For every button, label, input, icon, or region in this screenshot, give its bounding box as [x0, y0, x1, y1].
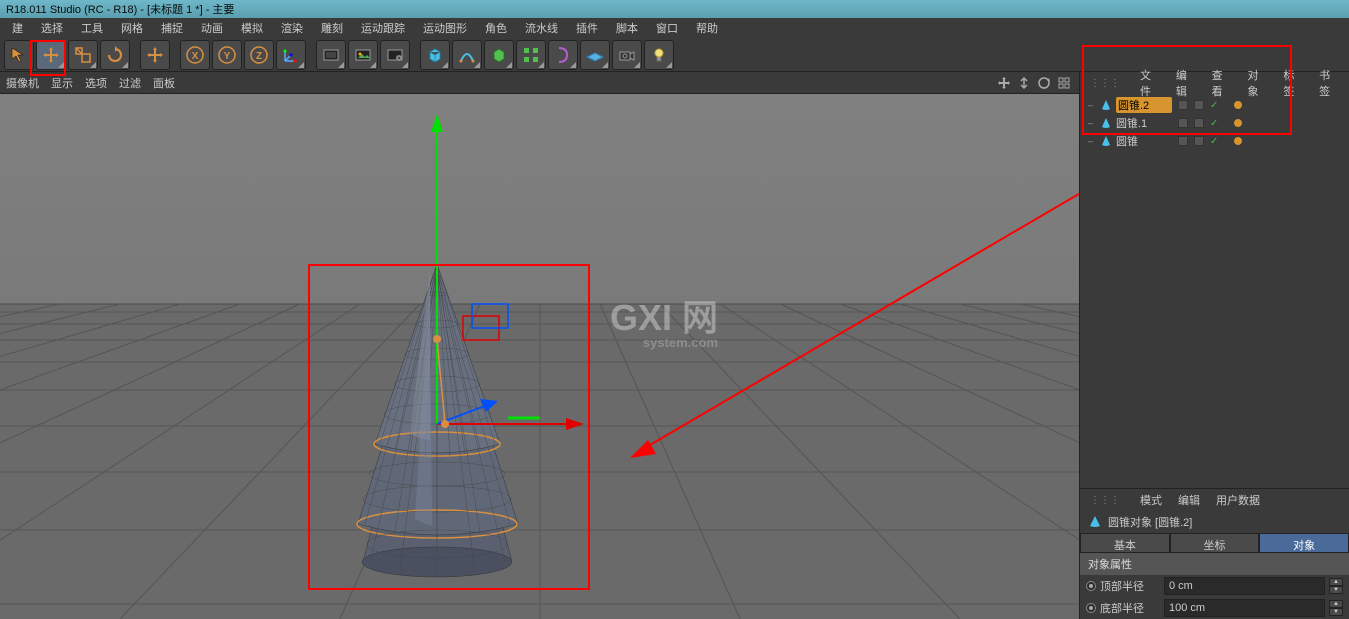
cone-icon: [1100, 135, 1112, 147]
attr-value-input[interactable]: 100 cm: [1164, 599, 1325, 617]
vp-nav-layout-icon[interactable]: [1055, 74, 1073, 92]
menu-item[interactable]: 网格: [113, 18, 151, 38]
menu-item[interactable]: 运动跟踪: [353, 18, 413, 38]
attr-tab[interactable]: 用户数据: [1210, 490, 1266, 510]
menu-item[interactable]: 窗口: [648, 18, 686, 38]
attribute-manager: ⋮⋮⋮ 模式 编辑 用户数据 圆锥对象 [圆锥.2] 基本 坐标 对象 对象属性…: [1080, 489, 1349, 619]
last-tool[interactable]: [140, 40, 170, 70]
menu-item[interactable]: 选择: [33, 18, 71, 38]
svg-text:X: X: [192, 51, 199, 62]
attr-section-header: 对象属性: [1080, 553, 1349, 575]
menu-item[interactable]: 模拟: [233, 18, 271, 38]
render-view[interactable]: [316, 40, 346, 70]
generator-array[interactable]: [516, 40, 546, 70]
menu-item[interactable]: 插件: [568, 18, 606, 38]
menu-item[interactable]: 建: [4, 18, 31, 38]
attr-label: 顶部半径: [1100, 578, 1160, 594]
menu-item[interactable]: 角色: [477, 18, 515, 38]
attr-row-top-radius: 顶部半径 0 cm ▲▼: [1080, 575, 1349, 597]
title-text: R18.011 Studio (RC - R18) - [未标题 1 *] - …: [6, 1, 234, 17]
spline-pen[interactable]: [452, 40, 482, 70]
vp-menu-item[interactable]: 显示: [51, 75, 73, 91]
menu-item[interactable]: 帮助: [688, 18, 726, 38]
coord-system[interactable]: [276, 40, 306, 70]
viewport-header: 摄像机 显示 选项 过滤 面板: [0, 72, 1079, 94]
render-picture-viewer[interactable]: [348, 40, 378, 70]
attr-label: 底部半径: [1100, 600, 1160, 616]
visibility-render[interactable]: [1194, 136, 1204, 146]
attr-subtab-basic[interactable]: 基本: [1080, 533, 1170, 553]
menu-item[interactable]: 雕刻: [313, 18, 351, 38]
svg-text:Z: Z: [256, 51, 262, 62]
annotation-box-move-tool: [30, 40, 66, 76]
menu-item[interactable]: 工具: [73, 18, 111, 38]
attr-row-bottom-radius: 底部半径 100 cm ▲▼: [1080, 597, 1349, 619]
attr-value-input[interactable]: 0 cm: [1164, 577, 1325, 595]
title-bar: R18.011 Studio (RC - R18) - [未标题 1 *] - …: [0, 0, 1349, 18]
menu-item[interactable]: 流水线: [517, 18, 566, 38]
object-name[interactable]: 圆锥: [1116, 133, 1172, 149]
y-axis-lock[interactable]: Y: [212, 40, 242, 70]
attr-anim-radio[interactable]: [1086, 603, 1096, 613]
svg-text:Y: Y: [224, 51, 231, 62]
environment-floor[interactable]: [580, 40, 610, 70]
attr-subtab-coord[interactable]: 坐标: [1170, 533, 1260, 553]
attr-object-title: 圆锥对象 [圆锥.2]: [1080, 511, 1349, 533]
annotation-box-viewport: [308, 264, 590, 590]
attr-spinner[interactable]: ▲▼: [1329, 578, 1343, 594]
vp-menu-item[interactable]: 摄像机: [6, 75, 39, 91]
main-menubar: 建 选择 工具 网格 捕捉 动画 模拟 渲染 雕刻 运动跟踪 运动图形 角色 流…: [0, 18, 1349, 38]
attr-tab[interactable]: 编辑: [1172, 490, 1206, 510]
vp-menu-item[interactable]: 过滤: [119, 75, 141, 91]
deformer-bend[interactable]: [548, 40, 578, 70]
rotate-tool[interactable]: [100, 40, 130, 70]
vp-nav-move-icon[interactable]: [995, 74, 1013, 92]
visibility-editor[interactable]: [1178, 136, 1188, 146]
menu-item[interactable]: 渲染: [273, 18, 311, 38]
vp-menu-item[interactable]: 选项: [85, 75, 107, 91]
x-axis-lock[interactable]: X: [180, 40, 210, 70]
vp-nav-rotate-icon[interactable]: [1035, 74, 1053, 92]
attr-subtab-object[interactable]: 对象: [1259, 533, 1349, 553]
attr-spinner[interactable]: ▲▼: [1329, 600, 1343, 616]
menu-item[interactable]: 捕捉: [153, 18, 191, 38]
vp-nav-zoom-icon[interactable]: [1015, 74, 1033, 92]
light-tool[interactable]: [644, 40, 674, 70]
annotation-box-obj-manager: [1082, 45, 1292, 135]
menu-item[interactable]: 动画: [193, 18, 231, 38]
panel-grip-icon[interactable]: ⋮⋮⋮: [1084, 493, 1126, 508]
watermark: GXI 网 system.com: [610, 289, 718, 350]
cone-icon: [1088, 515, 1102, 529]
vp-menu-item[interactable]: 面板: [153, 75, 175, 91]
menu-item[interactable]: 脚本: [608, 18, 646, 38]
expand-icon[interactable]: –: [1088, 136, 1096, 146]
attr-anim-radio[interactable]: [1086, 581, 1096, 591]
viewport-3d[interactable]: GXI 网 system.com: [0, 94, 1079, 619]
camera-tool[interactable]: [612, 40, 642, 70]
menu-item[interactable]: 运动图形: [415, 18, 475, 38]
z-axis-lock[interactable]: Z: [244, 40, 274, 70]
scale-tool[interactable]: [68, 40, 98, 70]
enable-check-icon[interactable]: ✓: [1210, 136, 1218, 147]
render-settings[interactable]: [380, 40, 410, 70]
primitive-cube[interactable]: [420, 40, 450, 70]
generator-subdivision[interactable]: [484, 40, 514, 70]
attr-tab[interactable]: 模式: [1134, 490, 1168, 510]
phong-tag-icon[interactable]: [1234, 137, 1242, 145]
